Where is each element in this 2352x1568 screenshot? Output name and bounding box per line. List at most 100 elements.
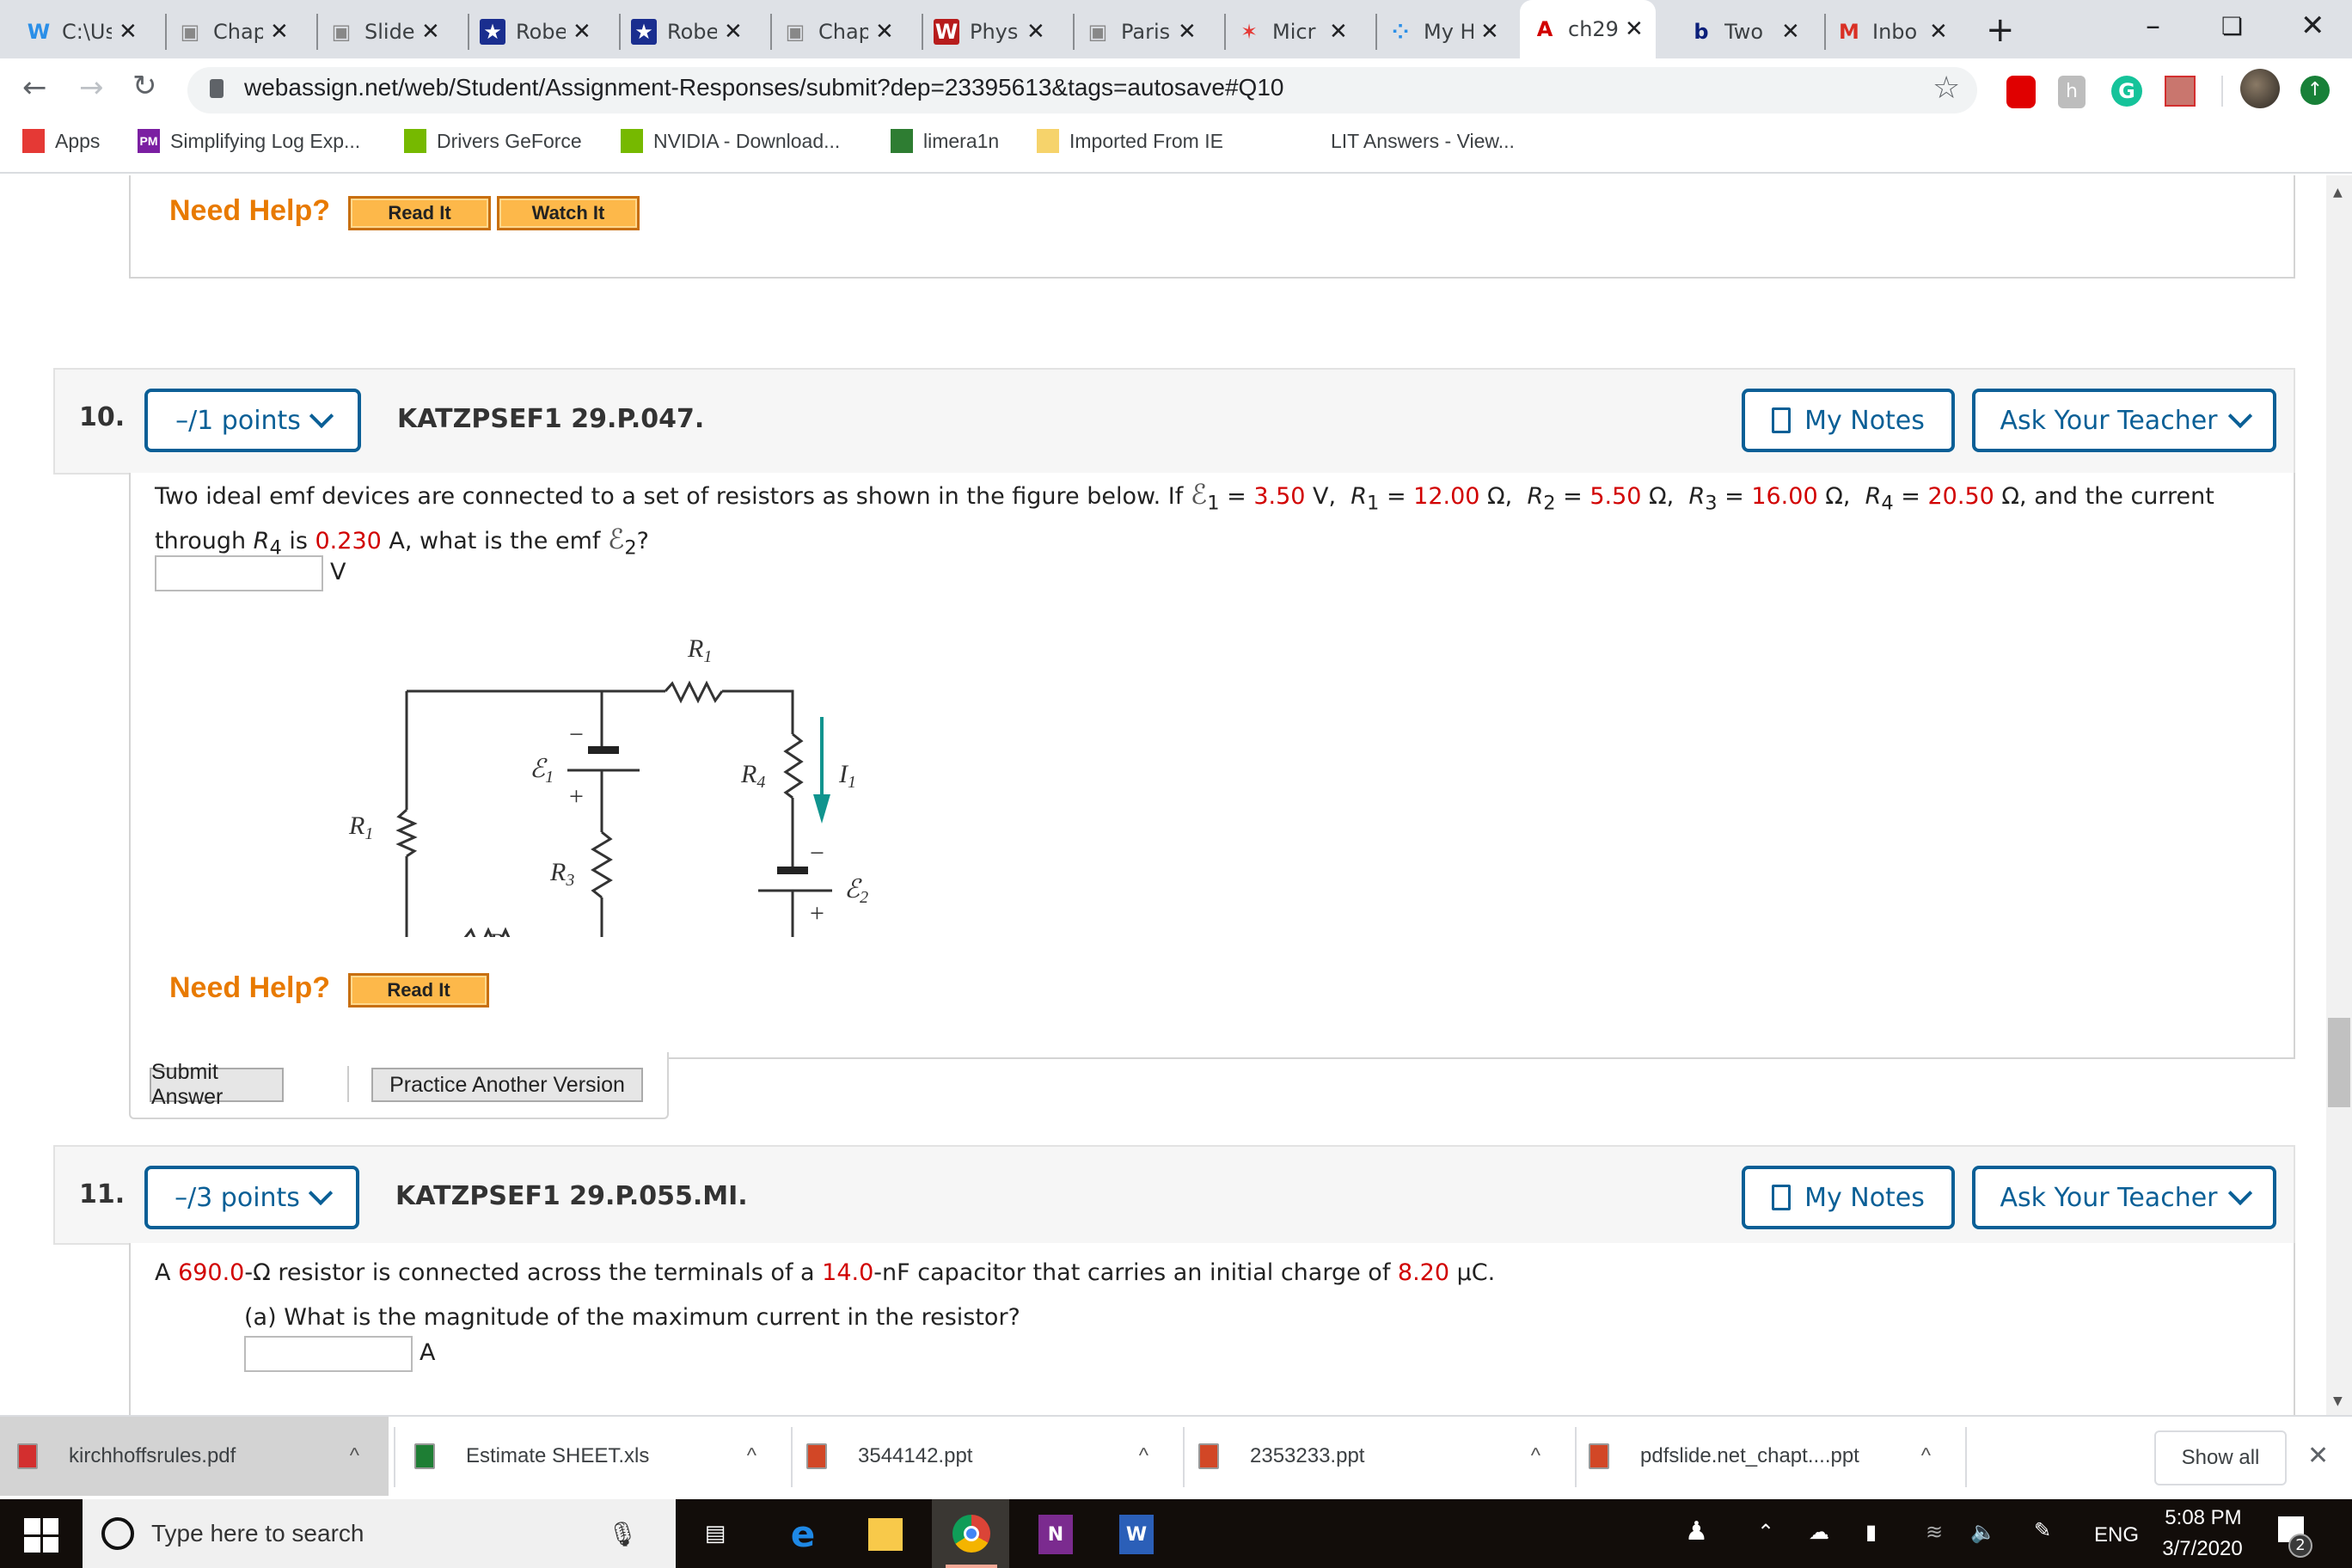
close-downloads-icon[interactable]: ✕: [2307, 1441, 2329, 1471]
grammarly-icon[interactable]: G: [2111, 76, 2142, 107]
practice-another-version-button[interactable]: Practice Another Version: [371, 1068, 643, 1102]
bookmark-item[interactable]: LIT Answers - View...: [1298, 129, 1515, 153]
browser-tab[interactable]: ▣ Slide ✕: [328, 10, 440, 53]
extension-h-icon[interactable]: h: [2058, 76, 2086, 108]
windows-start-icon[interactable]: [24, 1518, 58, 1553]
bookmark-item[interactable]: Imported From IE: [1037, 129, 1223, 153]
new-tab-button[interactable]: +: [1986, 10, 2015, 50]
close-tab-icon[interactable]: ✕: [1929, 19, 1948, 45]
wifi-icon[interactable]: ≋: [1926, 1520, 1943, 1544]
bookmark-item[interactable]: Apps: [22, 129, 100, 153]
restore-button[interactable]: ❏: [2221, 12, 2243, 40]
url-text[interactable]: webassign.net/web/Student/Assignment-Res…: [244, 74, 1283, 101]
clock-date[interactable]: 3/7/2020: [2159, 1537, 2245, 1561]
taskbar-search[interactable]: Type here to search 🎙: [83, 1499, 676, 1568]
onenote-icon[interactable]: N: [1038, 1515, 1073, 1554]
scroll-down-icon[interactable]: ▼: [2333, 1394, 2343, 1408]
close-tab-icon[interactable]: ✕: [724, 19, 743, 45]
q10-my-notes-button[interactable]: My Notes: [1742, 389, 1955, 452]
acrobat-extension-icon[interactable]: [2165, 76, 2196, 107]
close-tab-icon[interactable]: ✕: [1329, 19, 1348, 45]
bookmark-item[interactable]: NVIDIA - Download...: [621, 129, 840, 153]
q11-answer-input[interactable]: [244, 1336, 413, 1372]
q10-points-dropdown[interactable]: –/1 points: [144, 389, 361, 452]
q10-answer-input[interactable]: [155, 555, 323, 591]
close-tab-icon[interactable]: ✕: [1781, 19, 1800, 45]
browser-tab[interactable]: M Inbo ✕: [1836, 10, 1948, 53]
download-filename: Estimate SHEET.xls: [466, 1444, 650, 1467]
people-icon[interactable]: ♟: [1685, 1516, 1708, 1547]
chevron-up-icon[interactable]: ^: [350, 1444, 359, 1468]
bookmark-item[interactable]: Drivers GeForce: [404, 129, 582, 153]
q11-ask-teacher-button[interactable]: Ask Your Teacher: [1972, 1166, 2276, 1229]
chevron-up-icon[interactable]: ^: [1139, 1444, 1148, 1468]
browser-tab[interactable]: ★ Robe ✕: [480, 10, 591, 53]
close-tab-icon[interactable]: ✕: [1480, 19, 1499, 45]
scroll-up-icon[interactable]: ▲: [2333, 186, 2343, 199]
close-tab-icon[interactable]: ✕: [1625, 16, 1644, 42]
label-i1: I1: [838, 760, 856, 792]
browser-tab[interactable]: ⁘ My H ✕: [1387, 10, 1499, 53]
volume-icon[interactable]: 🔈: [1970, 1520, 1996, 1544]
browser-tab[interactable]: Ach29 ✕: [1520, 0, 1656, 58]
chevron-up-icon[interactable]: ^: [1531, 1444, 1540, 1468]
close-tab-icon[interactable]: ✕: [573, 19, 591, 45]
minimize-button[interactable]: –: [2146, 9, 2160, 43]
file-explorer-icon[interactable]: [868, 1518, 903, 1551]
scrollbar-thumb[interactable]: [2328, 1018, 2350, 1107]
forward-icon[interactable]: →: [79, 70, 104, 105]
q10-ask-teacher-button[interactable]: Ask Your Teacher: [1972, 389, 2276, 452]
vertical-scrollbar[interactable]: ▲ ▼: [2326, 175, 2352, 1415]
language-indicator[interactable]: ENG: [2094, 1523, 2139, 1547]
chevron-up-icon[interactable]: ^: [1921, 1444, 1931, 1468]
close-tab-icon[interactable]: ✕: [119, 19, 138, 45]
adblock-icon[interactable]: [2006, 76, 2036, 108]
close-tab-icon[interactable]: ✕: [421, 19, 440, 45]
task-view-icon[interactable]: ▤: [696, 1515, 734, 1553]
profile-avatar[interactable]: [2240, 69, 2280, 108]
microphone-icon[interactable]: 🎙: [607, 1520, 638, 1548]
download-item[interactable]: pdfslide.net_chapt....ppt ^: [1571, 1417, 1960, 1496]
q11-points-dropdown[interactable]: –/3 points: [144, 1166, 359, 1229]
onedrive-icon[interactable]: ☁: [1809, 1520, 1829, 1544]
reload-icon[interactable]: ↻: [132, 69, 157, 103]
browser-tab[interactable]: W C:\Us ✕: [26, 10, 138, 53]
q11-text: -Ω resistor is connected across the term…: [244, 1259, 823, 1286]
pen-icon[interactable]: ✎: [2034, 1518, 2051, 1542]
update-icon[interactable]: ↑: [2300, 76, 2330, 105]
download-item[interactable]: 3544142.ppt ^: [789, 1417, 1178, 1496]
download-item[interactable]: Estimate SHEET.xls ^: [397, 1417, 786, 1496]
browser-tab[interactable]: ✶ Micr ✕: [1236, 10, 1348, 53]
edge-icon[interactable]: e: [784, 1513, 822, 1555]
back-icon[interactable]: ←: [22, 70, 47, 105]
bookmark-item[interactable]: PM Simplifying Log Exp...: [138, 129, 360, 153]
word-icon[interactable]: W: [1119, 1515, 1154, 1554]
browser-tab[interactable]: b Two ✕: [1688, 10, 1800, 53]
show-hidden-icons[interactable]: ⌃: [1757, 1520, 1774, 1544]
download-item[interactable]: 2353233.ppt ^: [1181, 1417, 1570, 1496]
browser-tab[interactable]: ★ Robe ✕: [631, 10, 743, 53]
read-it-button[interactable]: Read It: [348, 196, 491, 230]
submit-answer-button[interactable]: Submit Answer: [150, 1060, 284, 1109]
browser-tab[interactable]: W Phys ✕: [934, 10, 1045, 53]
close-window-button[interactable]: ✕: [2300, 9, 2325, 43]
browser-tab[interactable]: ▣ Chap ✕: [782, 10, 894, 53]
browser-tab[interactable]: ▣ Paris ✕: [1085, 10, 1197, 53]
chrome-taskbar-active[interactable]: [932, 1499, 1009, 1568]
watch-it-button[interactable]: Watch It: [497, 196, 640, 230]
close-tab-icon[interactable]: ✕: [875, 19, 894, 45]
show-all-button[interactable]: Show all: [2154, 1430, 2287, 1485]
browser-tab[interactable]: ▣ Chap ✕: [177, 10, 289, 53]
chevron-up-icon[interactable]: ^: [747, 1444, 756, 1468]
close-tab-icon[interactable]: ✕: [1178, 19, 1197, 45]
bookmark-star-icon[interactable]: ☆: [1932, 70, 1960, 106]
q11-my-notes-button[interactable]: My Notes: [1742, 1166, 1955, 1229]
close-tab-icon[interactable]: ✕: [270, 19, 289, 45]
close-tab-icon[interactable]: ✕: [1026, 19, 1045, 45]
bookmark-item[interactable]: limera1n: [891, 129, 999, 153]
clock-time[interactable]: 5:08 PM: [2165, 1506, 2242, 1530]
read-it-button[interactable]: Read It: [348, 973, 489, 1008]
battery-icon[interactable]: ▮: [1865, 1520, 1877, 1544]
download-item[interactable]: kirchhoffsrules.pdf ^: [0, 1417, 389, 1496]
weebly-icon: W: [27, 20, 51, 44]
